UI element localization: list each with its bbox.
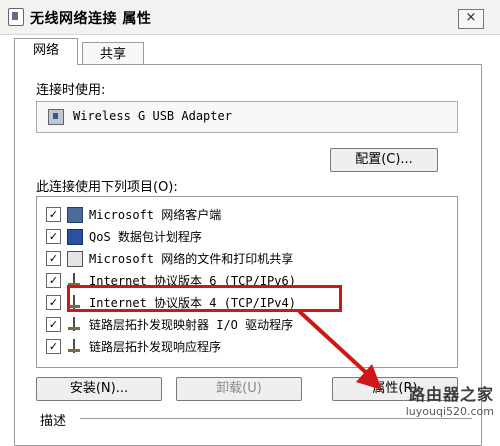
uninstall-button[interactable]: 卸载(U) (176, 377, 302, 401)
checkbox[interactable]: ✓ (46, 273, 61, 288)
file-printer-share-icon (67, 251, 83, 267)
watermark-url: luyouqi520.com (405, 405, 494, 418)
checkbox[interactable]: ✓ (46, 339, 61, 354)
network-client-icon (67, 207, 83, 223)
network-adapter-icon (48, 109, 64, 125)
items-label: 此连接使用下列项目(O): (36, 180, 178, 195)
item-label: Microsoft 网络客户端 (89, 208, 222, 222)
close-button[interactable]: × (458, 9, 484, 29)
list-item-qos[interactable]: ✓ QoS 数据包计划程序 (37, 225, 457, 247)
checkbox[interactable]: ✓ (46, 317, 61, 332)
ipv4-highlight-annotation (67, 285, 342, 312)
window-icon (8, 8, 24, 26)
watermark-name: 路由器之家 (408, 385, 494, 404)
watermark: 路由器之家 luyouqi520.com (354, 381, 494, 423)
connect-using-label: 连接时使用: (36, 83, 106, 98)
components-list[interactable]: ✓ Microsoft 网络客户端 ✓ QoS 数据包计划程序 ✓ Micros… (36, 196, 458, 368)
checkbox[interactable]: ✓ (46, 207, 61, 222)
list-item-network-client[interactable]: ✓ Microsoft 网络客户端 (37, 203, 457, 225)
description-label: 描述 (40, 414, 67, 429)
list-item-lltd-responder[interactable]: ✓ 链路层拓扑发现响应程序 (37, 335, 457, 357)
protocol-icon (67, 317, 81, 331)
checkbox[interactable]: ✓ (46, 229, 61, 244)
install-button[interactable]: 安装(N)... (36, 377, 162, 401)
item-label: Microsoft 网络的文件和打印机共享 (89, 252, 294, 266)
item-label: 链路层拓扑发现响应程序 (89, 340, 222, 354)
item-label: QoS 数据包计划程序 (89, 230, 202, 244)
adapter-box: Wireless G USB Adapter (36, 101, 458, 133)
tab-network[interactable]: 网络 (14, 38, 78, 65)
qos-icon (67, 229, 83, 245)
list-item-file-printer-sharing[interactable]: ✓ Microsoft 网络的文件和打印机共享 (37, 247, 457, 269)
configure-button[interactable]: 配置(C)... (330, 148, 438, 172)
title-bar: 无线网络连接 属性 × (0, 0, 500, 35)
adapter-name: Wireless G USB Adapter (73, 109, 232, 123)
checkbox[interactable]: ✓ (46, 251, 61, 266)
item-label: 链路层拓扑发现映射器 I/O 驱动程序 (89, 318, 294, 332)
checkbox[interactable]: ✓ (46, 295, 61, 310)
window-title: 无线网络连接 属性 (30, 11, 152, 27)
protocol-icon (67, 339, 81, 353)
list-item-lltd-mapper[interactable]: ✓ 链路层拓扑发现映射器 I/O 驱动程序 (37, 313, 457, 335)
